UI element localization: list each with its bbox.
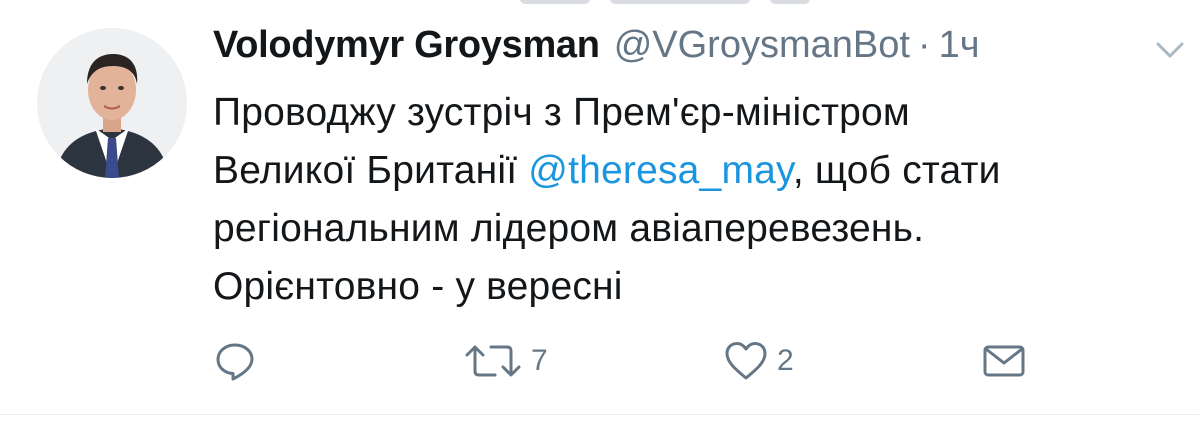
tweet-text: Проводжу зустріч з Прем'єр-міністром Вел… [213,84,1173,316]
author-handle[interactable]: @VGroysmanBot [614,24,910,67]
mention-link[interactable]: @theresa_may [528,149,793,192]
tweet-actions: 7 2 [213,336,1173,386]
retweet-icon [465,345,521,377]
heart-icon [725,342,767,380]
text-segment: Орієнтовно - у вересні [213,265,623,308]
tweet-text-line: регіональним лідером авіаперевезень. [213,200,1173,258]
separator-dot: · [917,24,931,66]
text-segment: , щоб стати [792,149,1001,192]
author-name[interactable]: Volodymyr Groysman [213,24,600,67]
avatar[interactable] [37,28,187,178]
text-segment: Проводжу зустріч з Прем'єр-міністром [213,91,910,134]
divider [0,414,1199,415]
tweet-header: Volodymyr Groysman @VGroysmanBot · 1ч [213,24,980,74]
tweet-text-line: Орієнтовно - у вересні [213,258,1173,316]
chevron-down-icon[interactable] [1155,40,1185,60]
envelope-icon [983,345,1025,377]
text-segment: регіональним лідером авіаперевезень. [213,207,925,250]
retweet-button[interactable]: 7 [463,336,548,386]
avatar-image [37,28,187,178]
tweet-text-line: Проводжу зустріч з Прем'єр-міністром [213,84,1173,142]
reply-icon [216,343,254,381]
like-count: 2 [777,344,794,377]
previous-tweet-edge [520,0,840,10]
tweet-text-line: Великої Британії @theresa_may, щоб стати [213,142,1173,200]
text-segment: Великої Британії [213,149,529,192]
direct-message-button[interactable] [981,336,1027,386]
like-button[interactable]: 2 [723,336,794,386]
tweet-timestamp[interactable]: 1ч [939,24,980,67]
reply-button[interactable] [213,336,265,386]
retweet-count: 7 [531,344,548,377]
